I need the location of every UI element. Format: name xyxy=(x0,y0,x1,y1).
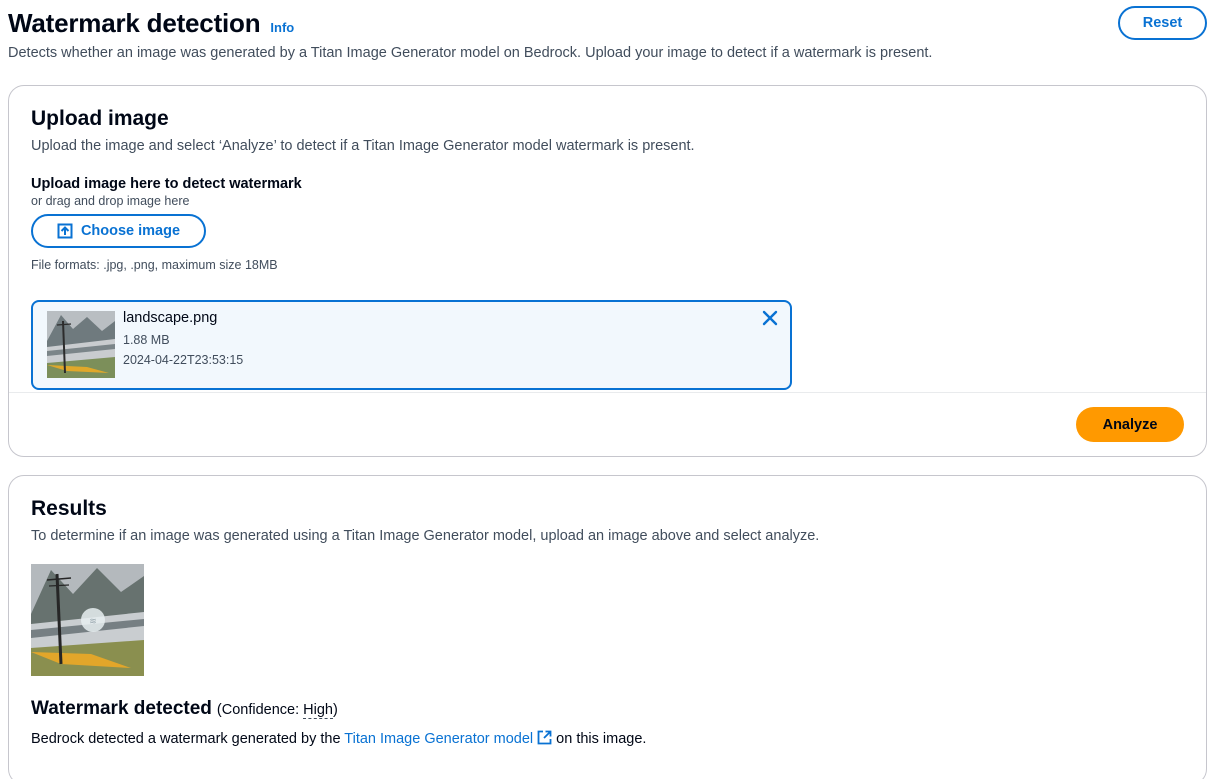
confidence-prefix: (Confidence: xyxy=(216,702,304,718)
file-size: 1.88 MB xyxy=(123,333,170,347)
results-description: To determine if an image was generated u… xyxy=(31,528,820,544)
watermark-detected-heading: Watermark detected xyxy=(31,698,212,719)
page-title: Watermark detection xyxy=(8,8,261,38)
file-date: 2024-04-22T23:53:15 xyxy=(123,353,244,367)
titan-model-link[interactable]: Titan Image Generator model xyxy=(344,730,552,747)
results-body: Results To determine if an image was gen… xyxy=(31,496,1184,747)
file-name: landscape.png xyxy=(123,310,218,326)
confidence-value[interactable]: High xyxy=(303,702,333,719)
file-format-constraint: File formats: .jpg, .png, maximum size 1… xyxy=(31,258,278,272)
upload-field-label: Upload image here to detect watermark xyxy=(31,176,302,192)
upload-description: Upload the image and select ‘Analyze’ to… xyxy=(31,138,695,154)
external-link-icon xyxy=(537,730,552,745)
detection-result-text: Bedrock detected a watermark generated b… xyxy=(31,730,1184,747)
confidence-suffix: ) xyxy=(333,702,338,718)
titan-model-link-label: Titan Image Generator model xyxy=(344,731,534,747)
file-token: landscape.png 1.88 MB 2024-04-22T23:53:1… xyxy=(31,300,792,390)
results-container: Results To determine if an image was gen… xyxy=(8,475,1207,779)
result-text-before: Bedrock detected a watermark generated b… xyxy=(31,731,345,747)
title-row: Watermark detection Info xyxy=(8,6,1207,40)
upload-title: Upload image xyxy=(31,107,169,130)
detection-status-row: Watermark detected (Confidence: High) xyxy=(31,698,1184,720)
drag-drop-hint: or drag and drop image here xyxy=(31,194,190,208)
analyze-button[interactable]: Analyze xyxy=(1076,407,1184,442)
file-thumbnail xyxy=(47,311,115,378)
result-image: ≋ xyxy=(31,564,144,676)
reset-button[interactable]: Reset xyxy=(1118,6,1207,40)
info-link[interactable]: Info xyxy=(270,20,294,35)
upload-image-container: Upload image Upload the image and select… xyxy=(8,85,1207,457)
choose-image-label: Choose image xyxy=(80,223,181,239)
close-icon[interactable] xyxy=(760,308,780,328)
choose-image-button[interactable]: Choose image xyxy=(31,214,206,248)
confidence-indicator: (Confidence: High) xyxy=(216,702,338,719)
file-metadata: landscape.png 1.88 MB 2024-04-22T23:53:1… xyxy=(123,309,243,370)
svg-text:≋: ≋ xyxy=(89,617,97,627)
results-title: Results xyxy=(31,497,107,520)
upload-body: Upload image Upload the image and select… xyxy=(31,106,1184,390)
container-footer-divider xyxy=(9,392,1206,393)
upload-icon xyxy=(57,223,73,239)
page-header: Watermark detection Info Detects whether… xyxy=(8,6,1207,61)
page-description: Detects whether an image was generated b… xyxy=(8,45,933,61)
result-text-after: on this image. xyxy=(552,731,647,747)
